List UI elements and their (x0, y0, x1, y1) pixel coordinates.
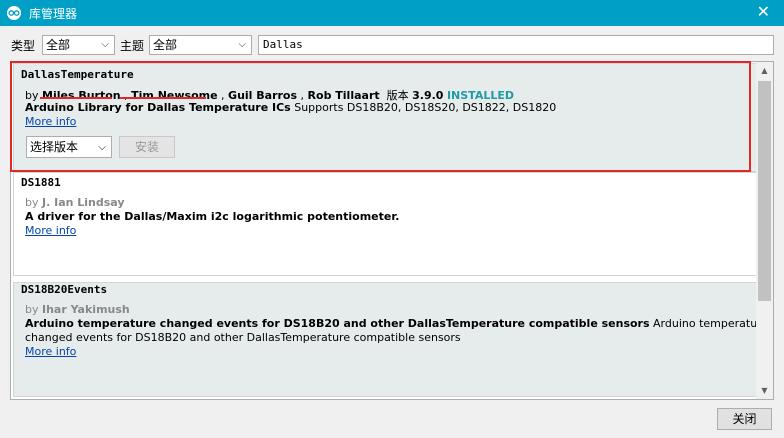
title-bar: 库管理器 ✕ (0, 0, 784, 26)
more-info-link[interactable]: More info (25, 115, 76, 128)
author-underline (120, 97, 206, 99)
scrollbar-thumb[interactable] (758, 81, 771, 301)
filter-bar: 类型 全部 ⌵ 主题 全部 ⌵ Dallas (0, 34, 784, 56)
scroll-down-icon[interactable]: ▼ (756, 382, 773, 399)
library-description-cont: changed events for DS18B20 and other Dal… (25, 331, 461, 344)
chevron-down-icon: ⌵ (101, 39, 109, 50)
more-info-link[interactable]: More info (25, 224, 76, 237)
type-select[interactable]: 全部 ⌵ (42, 35, 115, 55)
library-description: Arduino Library for Dallas Temperature I… (25, 101, 557, 114)
version-select[interactable]: 选择版本 ⌵ (26, 136, 112, 158)
author-underline (40, 97, 112, 99)
library-byline: by Ihar Yakimush (25, 303, 130, 316)
topic-select[interactable]: 全部 ⌵ (149, 35, 252, 55)
chevron-down-icon: ⌵ (98, 142, 106, 153)
library-name: DallasTemperature (21, 68, 134, 81)
topic-label: 主题 (120, 39, 145, 53)
library-description: A driver for the Dallas/Maxim i2c logari… (25, 210, 400, 223)
type-label: 类型 (11, 39, 36, 53)
search-input[interactable]: Dallas (258, 35, 774, 55)
library-item-ds1881[interactable]: DS1881 by J. Ian Lindsay A driver for th… (13, 172, 757, 276)
chevron-down-icon: ⌵ (238, 39, 246, 50)
scroll-up-icon[interactable]: ▲ (756, 62, 773, 79)
library-item-dallastemperature[interactable]: DallasTemperature by Miles Burton , Tim … (13, 63, 757, 172)
install-button[interactable]: 安装 (119, 136, 175, 158)
library-item-ds18b20events[interactable]: DS18B20Events by Ihar Yakimush Arduino t… (13, 282, 768, 397)
close-window-icon[interactable]: ✕ (757, 3, 770, 21)
library-name: DS18B20Events (21, 283, 108, 296)
close-button[interactable]: 关闭 (717, 408, 772, 430)
library-name: DS1881 (21, 176, 61, 189)
author: J. Ian Lindsay (42, 196, 125, 209)
window-title: 库管理器 (29, 6, 78, 21)
more-info-link[interactable]: More info (25, 345, 76, 358)
arduino-icon (7, 6, 21, 20)
library-list: DallasTemperature by Miles Burton , Tim … (10, 61, 774, 400)
author: Ihar Yakimush (42, 303, 130, 316)
vertical-scrollbar[interactable]: ▲ ▼ (756, 62, 773, 399)
type-select-value: 全部 (46, 38, 71, 52)
library-description: Arduino temperature changed events for D… (25, 317, 769, 330)
topic-select-value: 全部 (153, 38, 178, 52)
library-byline: by J. Ian Lindsay (25, 196, 125, 209)
